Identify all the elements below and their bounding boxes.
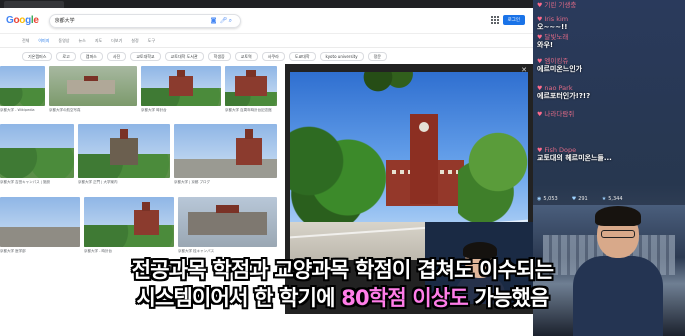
tab-videos[interactable]: 동영상 bbox=[58, 38, 69, 44]
chat-user: 기린 기생충 bbox=[544, 1, 577, 9]
apps-grid-icon[interactable] bbox=[490, 16, 499, 24]
tab-all[interactable]: 전체 bbox=[22, 38, 29, 44]
tab-tools[interactable]: 도구 bbox=[148, 38, 155, 44]
subtitle-line-2: 시스템이어서 한 학기에 80학점 이상도 가능했음 bbox=[0, 284, 685, 312]
stream-stats: ◉ 5,053 ♥ 291 ★ 5,344 bbox=[537, 196, 623, 202]
image-caption: 京都大学 医学部 bbox=[0, 249, 26, 253]
chat-message: ♥ 엠이킹쥬 에르미온느인가 bbox=[537, 58, 683, 85]
viewers-count: ◉ 5,053 bbox=[537, 196, 558, 202]
search-icon[interactable]: ⌕ bbox=[229, 17, 235, 24]
viewers-icon: ◉ bbox=[537, 196, 542, 202]
image-caption: 京都大学 | 京都 ブログ bbox=[174, 180, 211, 184]
followers-count: ★ 5,344 bbox=[601, 196, 623, 202]
chat-user: 달빛노래 bbox=[544, 33, 569, 41]
camera-icon[interactable]: ◙ bbox=[211, 17, 217, 24]
chat-message: ♥ 달빛노래 와우! bbox=[537, 34, 683, 58]
chat-message: ♥ 기린 기생충 bbox=[537, 2, 683, 16]
chat-text: 에르미온느인가 bbox=[537, 65, 583, 73]
image-caption: 京都大学 時計台 bbox=[141, 108, 167, 112]
tab-images[interactable]: 이미지 bbox=[38, 38, 49, 44]
heart-icon: ♥ bbox=[537, 147, 543, 154]
sign-in-button[interactable]: 로그인 bbox=[502, 15, 525, 25]
subtitle-overlay: 전공과목 학점과 교양과목 학점이 겹쳐도 이수되는 시스템이어서 한 학기에 … bbox=[0, 256, 685, 312]
chip[interactable]: 사진 bbox=[106, 51, 127, 61]
tab-settings[interactable]: 설정 bbox=[131, 38, 138, 44]
image-result[interactable]: 京都大学 百周年時計台記念館 bbox=[225, 66, 277, 113]
image-result[interactable]: 京都大学 - Wikipedia bbox=[0, 66, 45, 113]
tab-more[interactable]: 더보기 bbox=[111, 38, 122, 44]
heart-icon: ♥ bbox=[537, 34, 543, 41]
chip[interactable]: 정문 bbox=[367, 51, 387, 61]
browser-tab-bar bbox=[0, 0, 533, 8]
image-result[interactable]: 京都大学 吉田キャンパス | 施設 bbox=[0, 124, 74, 185]
chat-user: Fish Dope bbox=[544, 146, 577, 154]
browser-tab[interactable] bbox=[4, 0, 64, 8]
followers-icon: ★ bbox=[601, 196, 607, 202]
google-header: Google 京都大学 ◙ 🎤︎ ⌕ 로그인 bbox=[0, 8, 533, 34]
image-caption: 京都大学 百周年時計台記念館 bbox=[225, 108, 272, 112]
tab-news[interactable]: 뉴스 bbox=[78, 38, 85, 44]
image-caption: 京都大学 桂キャンパス bbox=[178, 249, 215, 253]
subtitle-text: 시스템이어서 한 학기에 bbox=[136, 286, 342, 310]
search-input[interactable]: 京都大学 ◙ 🎤︎ ⌕ bbox=[48, 13, 241, 28]
chat-text: 오~~~!! bbox=[537, 23, 568, 31]
chat-text: 와우! bbox=[537, 41, 554, 49]
search-tabs: 전체 이미지 동영상 뉴스 지도 더보기 설정 도구 bbox=[0, 34, 533, 48]
heart-icon: ♥ bbox=[537, 85, 543, 92]
chat-user: 엠이킹쥬 bbox=[544, 57, 569, 65]
subtitle-line-1: 전공과목 학점과 교양과목 학점이 겹쳐도 이수되는 bbox=[131, 258, 554, 282]
chat-message: ♥ nao Park 에르포터인가!?!? bbox=[537, 85, 683, 111]
image-result[interactable]: 京都大学 桂キャンパス bbox=[178, 197, 277, 254]
chat-list: ♥ 기린 기생충 ♥ Iris kim 오~~~!! ♥ 달빛노래 와우! ♥ 엠이킹쥬… bbox=[537, 2, 683, 173]
chat-user: Iris kim bbox=[544, 15, 569, 23]
image-result[interactable]: 京都大学 正門 | 大学案内 bbox=[78, 124, 170, 185]
chat-user: 나라다람쥐 bbox=[544, 110, 575, 118]
chat-message: ♥ 나라다람쥐 bbox=[537, 111, 683, 147]
chip[interactable]: 교토대학교 bbox=[130, 51, 161, 61]
heart-icon: ♥ bbox=[537, 16, 543, 23]
subtitle-highlight: 80학점 이상도 bbox=[341, 286, 469, 310]
google-logo[interactable]: Google bbox=[6, 15, 39, 26]
microphone-icon[interactable]: 🎤︎ bbox=[220, 17, 228, 24]
header-right: 로그인 bbox=[490, 15, 525, 25]
image-result[interactable]: 京都大学 時計台 bbox=[141, 66, 221, 113]
subtitle-text: 가능했음 bbox=[467, 286, 549, 310]
chat-message: ♥ Iris kim 오~~~!! bbox=[537, 16, 683, 34]
chip[interactable]: 로고 bbox=[56, 51, 76, 61]
chat-text: 에르포터인가!?!? bbox=[537, 92, 591, 100]
image-result[interactable]: 京都大学の航空写真 bbox=[49, 66, 137, 113]
chip[interactable]: 교토대학 도서관 bbox=[164, 51, 204, 61]
image-result[interactable]: 京都大学 - 時計台 bbox=[84, 197, 174, 254]
image-caption: 京都大学 - 時計台 bbox=[84, 249, 112, 253]
heart-icon: ♥ bbox=[537, 111, 543, 118]
like-icon: ♥ bbox=[571, 196, 577, 202]
chip[interactable]: 기온캠퍼스 bbox=[22, 51, 53, 61]
chip[interactable]: 도쿄대학 bbox=[288, 51, 316, 61]
chip[interactable]: 사쿠라 bbox=[261, 51, 285, 61]
image-caption: 京都大学の航空写真 bbox=[49, 108, 81, 112]
image-caption: 京都大学 吉田キャンパス | 施設 bbox=[0, 180, 51, 184]
chip[interactable]: 교토역 bbox=[234, 51, 258, 61]
tab-maps[interactable]: 지도 bbox=[95, 38, 102, 44]
likes-count: ♥ 291 bbox=[571, 196, 588, 202]
image-result[interactable]: 京都大学 | 京都 ブログ bbox=[174, 124, 277, 185]
chat-user: nao Park bbox=[544, 84, 573, 92]
related-search-chips: 기온캠퍼스 로고 캠퍼스 사진 교토대학교 교토대학 도서관 학생증 교토역 사… bbox=[0, 48, 533, 64]
image-caption: 京都大学 - Wikipedia bbox=[0, 108, 35, 112]
chip[interactable]: 캠퍼스 bbox=[79, 51, 103, 61]
chip[interactable]: kyoto university bbox=[319, 51, 364, 61]
heart-icon: ♥ bbox=[537, 2, 543, 9]
chip[interactable]: 학생증 bbox=[207, 51, 231, 61]
image-caption: 京都大学 正門 | 大学案内 bbox=[78, 180, 118, 184]
chat-text: 교토대의 헤르미온느들... bbox=[537, 154, 612, 162]
chat-message: ♥ Fish Dope 교토대의 헤르미온느들... bbox=[537, 147, 683, 173]
image-result[interactable]: 京都大学 医学部 bbox=[0, 197, 80, 254]
heart-icon: ♥ bbox=[537, 58, 543, 65]
search-query: 京都大学 bbox=[54, 18, 75, 24]
